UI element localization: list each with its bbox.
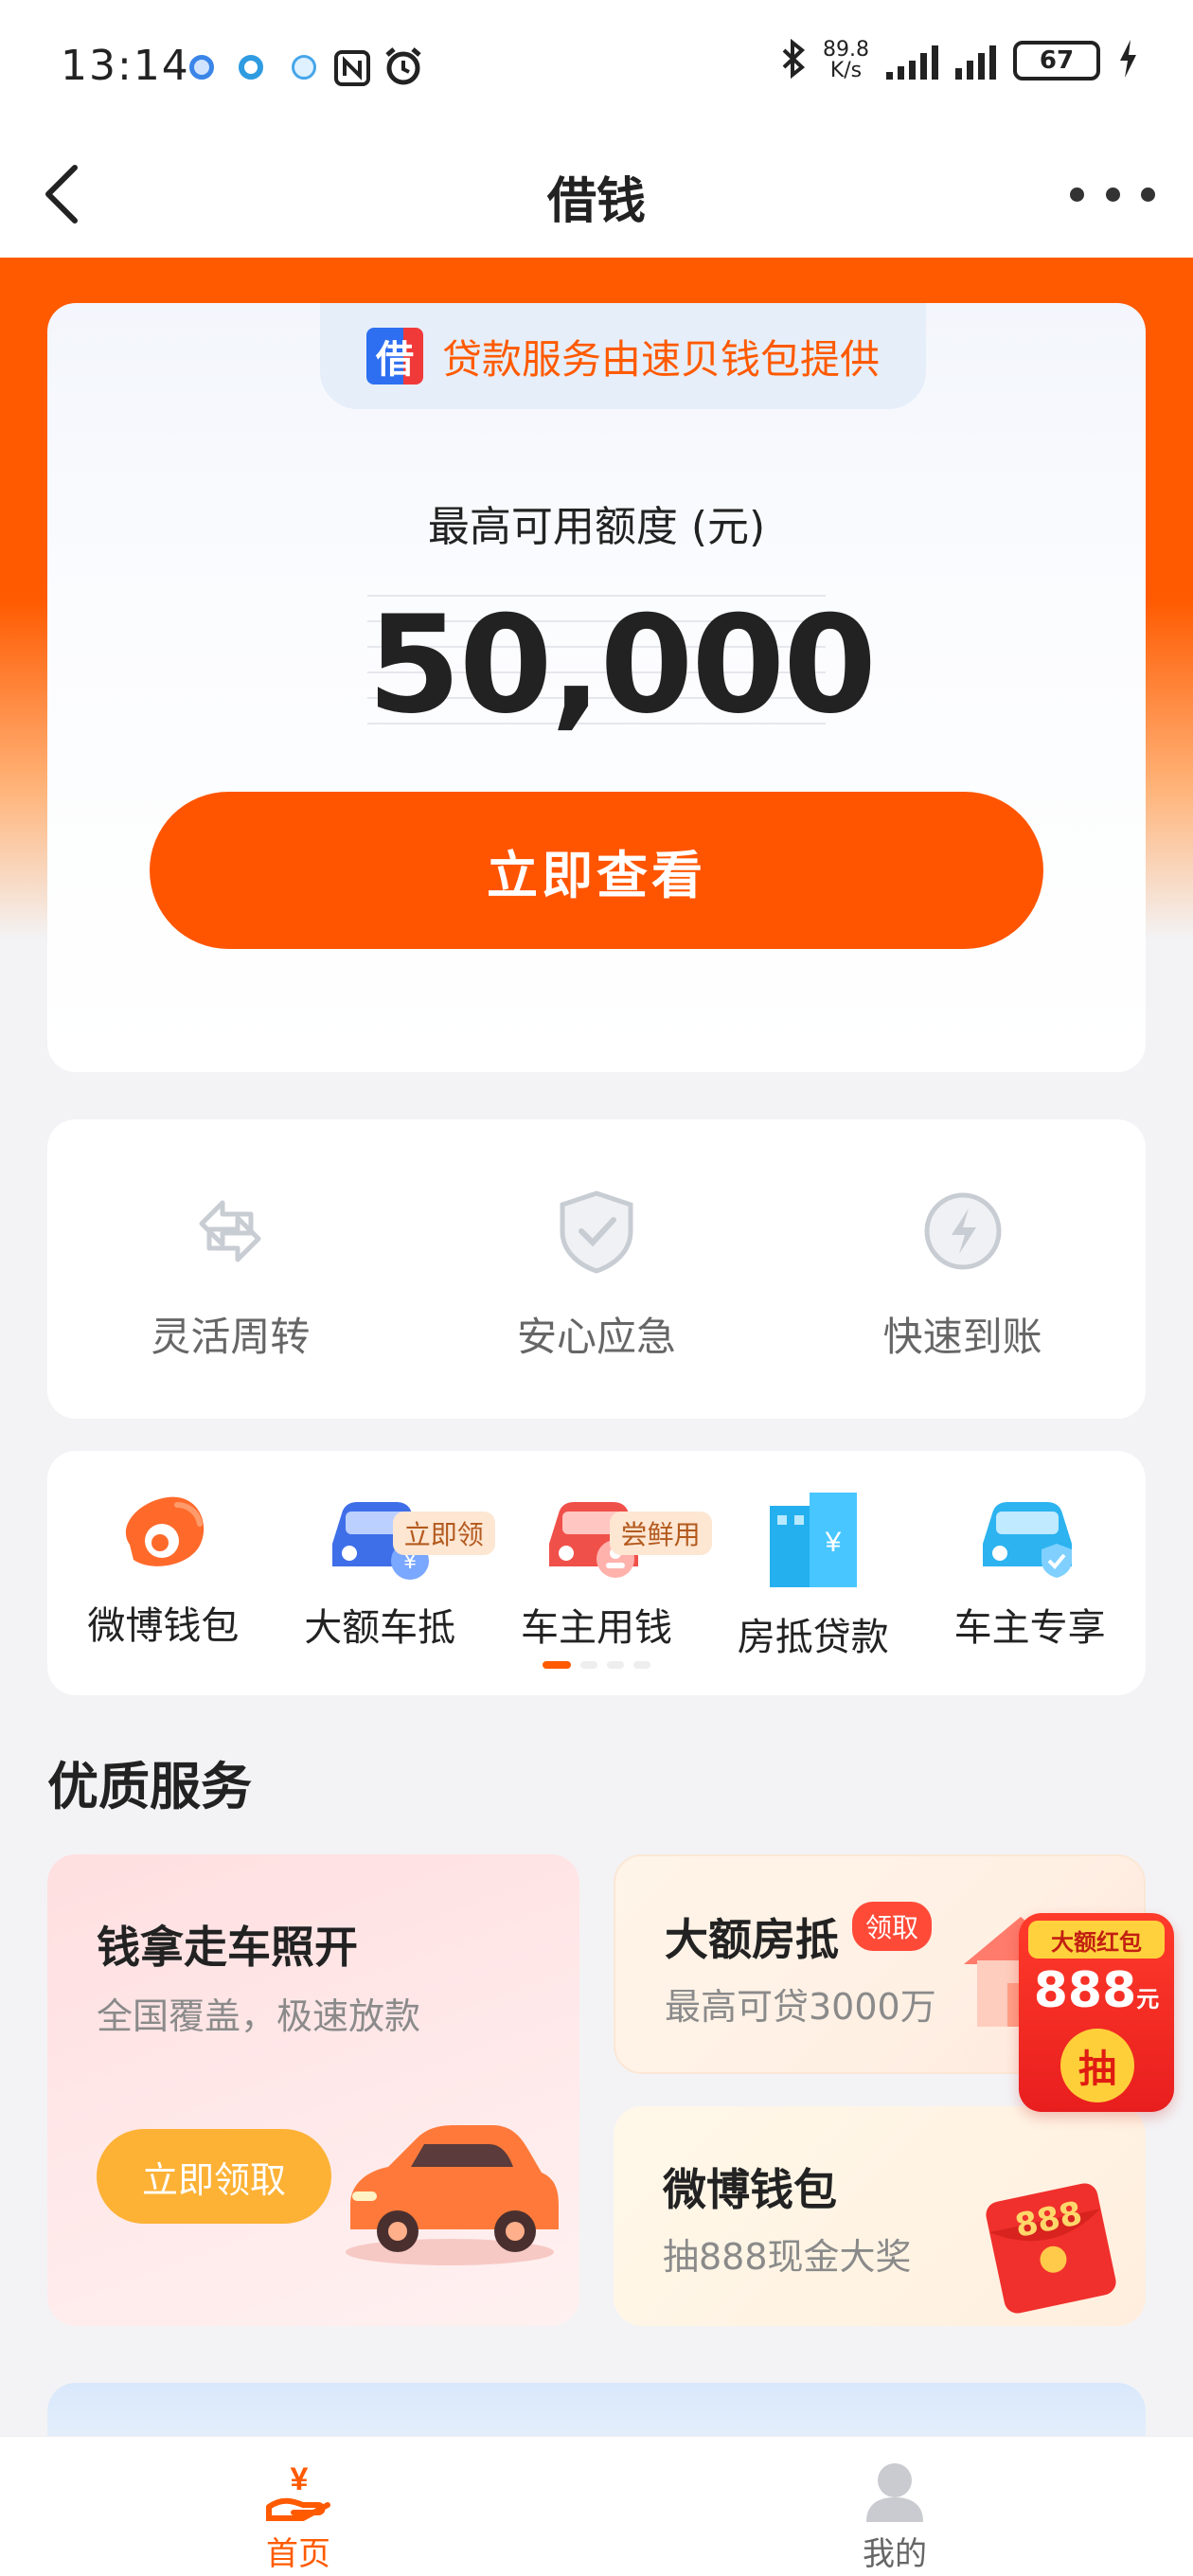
tab-bar: ¥ 首页 我的 [0, 2436, 1193, 2576]
alarm-icon [383, 45, 424, 91]
service-subtitle: 全国覆盖，极速放款 [97, 1995, 421, 2037]
shortcut-owner-cash[interactable]: 车主用钱 尝鲜用 [489, 1487, 712, 1650]
lightning-icon [917, 1186, 1008, 1277]
shortcut-pager [47, 1661, 1146, 1669]
shortcut-house-mortgage[interactable]: ¥ 房抵贷款 [704, 1487, 921, 1659]
service-title: 钱拿走车照开 [97, 1922, 358, 1973]
promo-title: 大额红包 [1028, 1921, 1165, 1959]
service-card-weibo-wallet[interactable]: 微博钱包 抽888现金大奖 888 [614, 2106, 1146, 2326]
shortcut-label: 房抵贷款 [737, 1616, 889, 1659]
building-yuan-icon: ¥ [757, 1487, 870, 1591]
claim-badge: 领取 [852, 1902, 933, 1951]
notification-icon [189, 55, 214, 80]
signal-icon [886, 42, 938, 80]
provider-tab: 借 贷款服务由速贝钱包提供 [320, 303, 926, 409]
draw-button[interactable]: 抽 [1060, 2029, 1134, 2102]
provider-text: 贷款服务由速贝钱包提供 [441, 335, 880, 383]
service-subtitle: 抽888现金大奖 [663, 2236, 912, 2278]
nfc-icon [333, 49, 371, 91]
quota-label: 最高可用额度 (元) [427, 503, 766, 551]
tab-mine[interactable]: 我的 [596, 2437, 1193, 2576]
quota-amount: 50,000 [367, 587, 877, 743]
car-illustration-icon [331, 2091, 568, 2281]
svg-text:¥: ¥ [291, 2461, 309, 2497]
shield-check-icon [551, 1186, 642, 1277]
feature-safe: 安心应急 [414, 1119, 780, 1419]
feature-label: 灵活周转 [151, 1314, 311, 1360]
feature-flexible: 灵活周转 [47, 1119, 414, 1419]
signal-icon [955, 42, 996, 80]
shortcut-owner-exclusive[interactable]: 车主专享 [921, 1487, 1138, 1650]
tab-label: 我的 [863, 2535, 927, 2573]
provider-logo: 借 [365, 328, 423, 385]
service-card-car-loan[interactable]: 钱拿走车照开 全国覆盖，极速放款 立即领取 [47, 1854, 579, 2326]
swap-arrows-icon [185, 1186, 276, 1277]
more-button[interactable] [1070, 170, 1155, 218]
feature-label: 快速到账 [882, 1314, 1042, 1360]
pager-dot [543, 1661, 571, 1669]
shortcut-tag: 立即领 [392, 1512, 495, 1555]
nav-bar: 借钱 [0, 133, 1193, 258]
notification-icon [239, 55, 263, 80]
view-now-button[interactable]: 立即查看 [150, 792, 1043, 949]
car-shield-icon [973, 1487, 1087, 1582]
section-title: 优质服务 [47, 1757, 252, 1816]
feature-label: 安心应急 [517, 1314, 677, 1360]
pager-dot [607, 1661, 624, 1669]
tab-label: 首页 [266, 2535, 330, 2573]
shortcut-car-mortgage[interactable]: ¥ 大额车抵 立即领 [272, 1487, 495, 1650]
shortcut-label: 微博钱包 [87, 1604, 240, 1648]
feature-fast: 快速到账 [779, 1119, 1146, 1419]
battery-indicator: 67 [1013, 41, 1100, 80]
svg-text:¥: ¥ [824, 1527, 841, 1558]
hand-yuan-icon: ¥ [265, 2460, 331, 2524]
service-title: 大额房抵 [665, 1914, 839, 1965]
charging-icon [1117, 38, 1138, 83]
weibo-icon [106, 1487, 220, 1580]
claim-now-button[interactable]: 立即领取 [97, 2129, 331, 2224]
shortcut-tag: 尝鲜用 [609, 1512, 712, 1555]
service-title: 微博钱包 [663, 2164, 837, 2215]
shortcut-card: 微博钱包 ¥ 大额车抵 立即领 车主用钱 尝鲜用 ¥ 房抵贷款 车主专享 [47, 1451, 1146, 1695]
notification-icon [292, 55, 316, 80]
more-dot [1105, 187, 1120, 202]
status-time: 13:14 [61, 42, 190, 90]
tab-home[interactable]: ¥ 首页 [0, 2437, 596, 2576]
page-title: 借钱 [546, 173, 646, 230]
user-icon [862, 2460, 928, 2524]
more-dot [1070, 187, 1084, 202]
quota-amount-area: 50,000 [367, 587, 877, 743]
shortcut-weibo-wallet[interactable]: 微博钱包 [55, 1487, 272, 1650]
status-bar: 13:14 89.8 K/s 67 [0, 0, 1193, 133]
bluetooth-icon [781, 38, 806, 82]
floating-red-packet[interactable]: 大额红包 888元 抽 [1019, 1913, 1174, 2112]
promo-amount: 888元 [1033, 1962, 1160, 2019]
more-dot [1141, 187, 1155, 202]
pager-dot [633, 1661, 650, 1669]
credit-card: 借 贷款服务由速贝钱包提供 最高可用额度 (元) 50,000 立即查看 [47, 303, 1146, 1072]
shortcut-label: 大额车抵 [304, 1606, 456, 1650]
red-envelope-icon: 888 [966, 2173, 1136, 2324]
pager-dot [580, 1661, 597, 1669]
feature-card: 灵活周转 安心应急 快速到账 [47, 1119, 1146, 1419]
service-subtitle: 最高可贷3000万 [665, 1986, 936, 2028]
shortcut-label: 车主用钱 [520, 1606, 672, 1650]
network-speed: 89.8 K/s [823, 38, 869, 82]
shortcut-label: 车主专享 [953, 1606, 1106, 1650]
